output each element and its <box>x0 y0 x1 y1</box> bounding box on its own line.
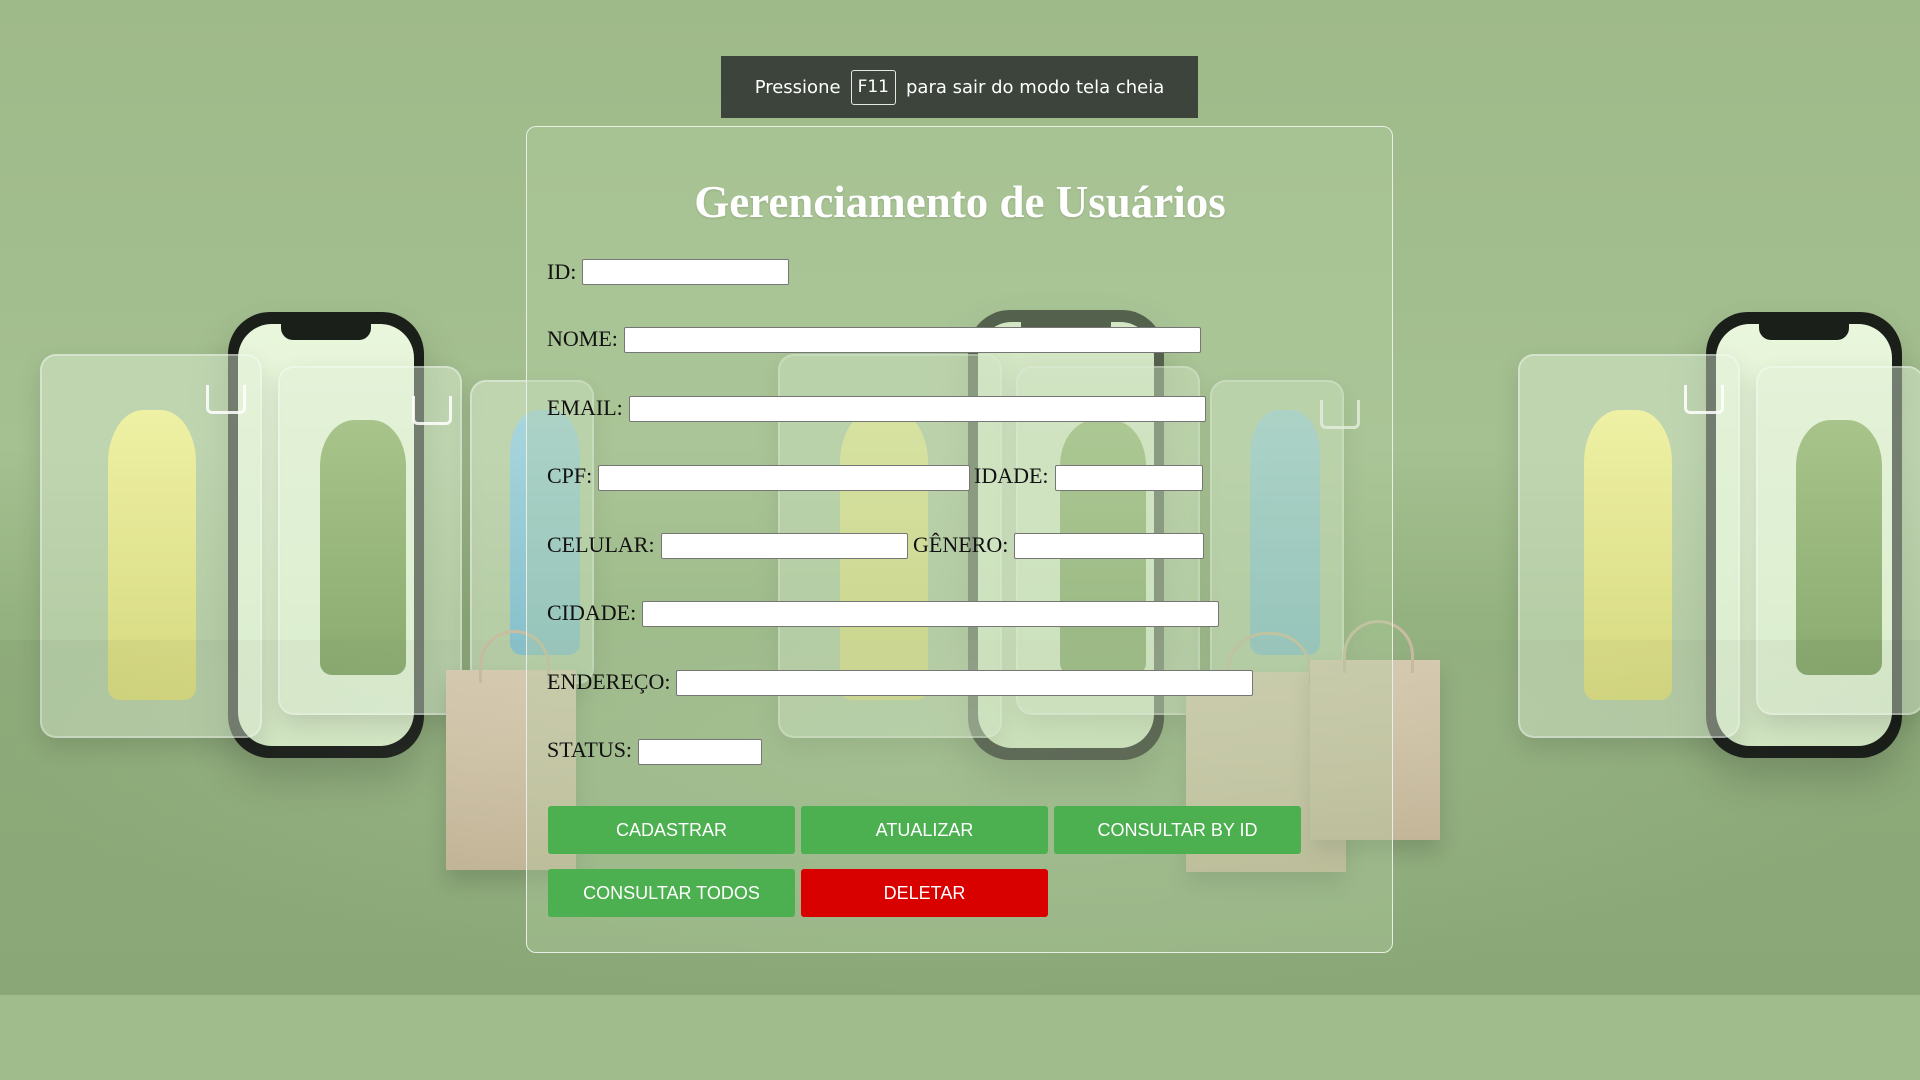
dress-illustration <box>108 410 196 700</box>
cidade-label: CIDADE: <box>547 600 637 625</box>
deletar-button[interactable]: DELETAR <box>801 869 1048 917</box>
email-label: EMAIL: <box>547 395 623 420</box>
email-field[interactable] <box>629 396 1206 422</box>
status-field[interactable] <box>638 739 762 765</box>
consultar-todos-button[interactable]: CONSULTAR TODOS <box>548 869 795 917</box>
cart-icon <box>206 385 246 414</box>
endereco-field[interactable] <box>676 670 1253 696</box>
celular-label: CELULAR: <box>547 532 655 557</box>
endereco-label: ENDEREÇO: <box>547 669 671 694</box>
cadastrar-button[interactable]: CADASTRAR <box>548 806 795 854</box>
cpf-field[interactable] <box>598 465 970 491</box>
celular-field[interactable] <box>661 533 908 559</box>
idade-label: IDADE: <box>974 463 1049 488</box>
id-label: ID: <box>547 259 577 284</box>
page-background-band <box>0 995 1920 1080</box>
cart-icon <box>1684 385 1724 414</box>
nome-label: NOME: <box>547 326 618 351</box>
idade-field[interactable] <box>1055 465 1203 491</box>
dress-illustration <box>320 420 406 675</box>
cpf-label: CPF: <box>547 463 593 488</box>
dress-illustration <box>1584 410 1672 700</box>
cart-icon <box>412 396 452 425</box>
fullscreen-exit-notice: Pressione F11 para sair do modo tela che… <box>721 56 1198 118</box>
dress-illustration <box>1796 420 1882 675</box>
notice-text-after: para sair do modo tela cheia <box>905 76 1165 98</box>
status-label: STATUS: <box>547 737 633 762</box>
genero-label: GÊNERO: <box>913 532 1009 557</box>
nome-field[interactable] <box>624 327 1201 353</box>
atualizar-button[interactable]: ATUALIZAR <box>801 806 1048 854</box>
notice-text-before: Pressione <box>754 76 841 98</box>
cidade-field[interactable] <box>642 601 1219 627</box>
f11-key-badge: F11 <box>850 69 896 105</box>
genero-field[interactable] <box>1014 533 1204 559</box>
page-title: Gerenciamento de Usuários <box>694 177 1226 227</box>
id-field[interactable] <box>582 259 789 285</box>
consultar-by-id-button[interactable]: CONSULTAR BY ID <box>1054 806 1301 854</box>
